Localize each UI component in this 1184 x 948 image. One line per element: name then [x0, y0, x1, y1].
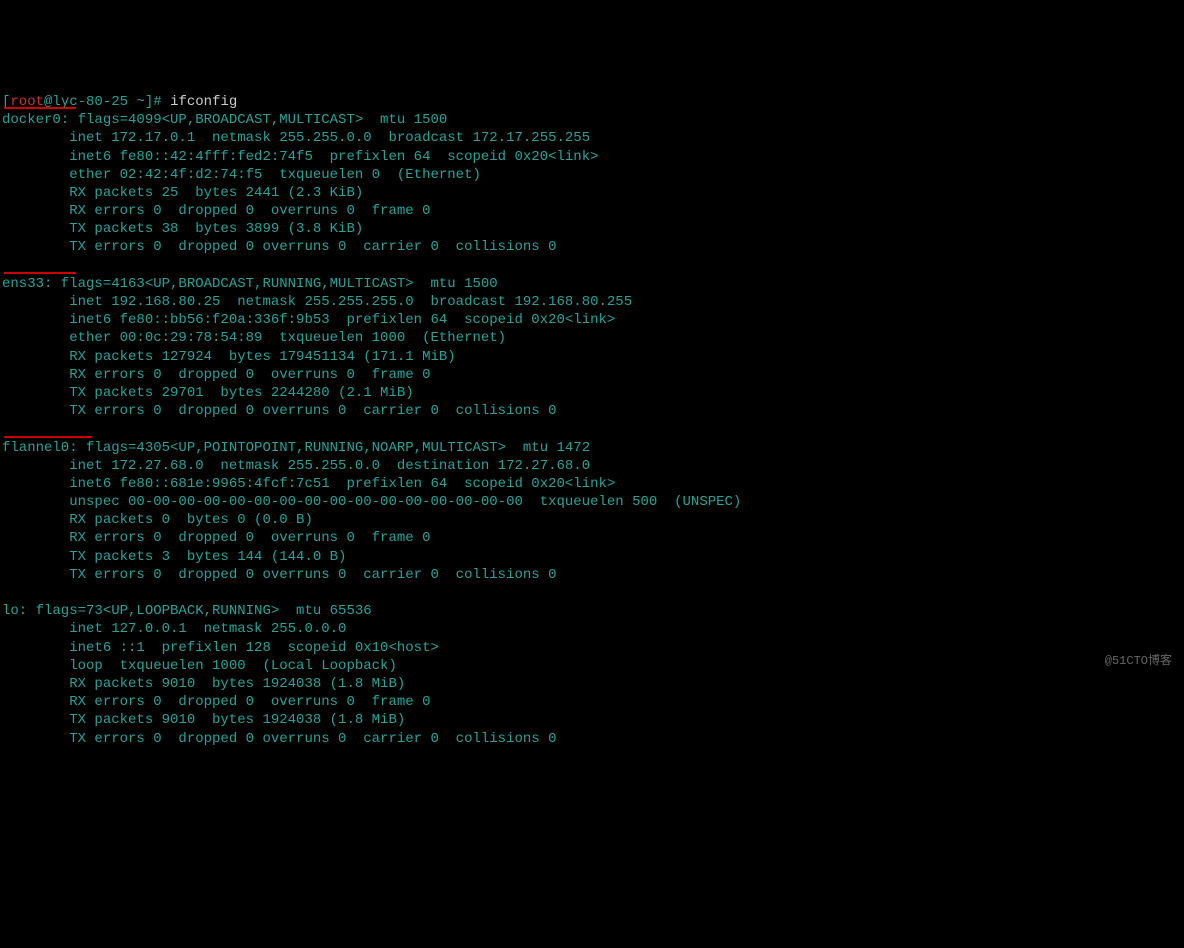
highlight-underline-docker0 [4, 107, 76, 109]
prompt-path: ~ [128, 94, 145, 110]
ens33-line: RX packets 127924 bytes 179451134 (171.1… [2, 349, 456, 365]
flannel0-line: TX errors 0 dropped 0 overruns 0 carrier… [2, 567, 557, 583]
highlight-underline-ens33 [4, 272, 76, 274]
lo-line: RX packets 9010 bytes 1924038 (1.8 MiB) [2, 676, 405, 692]
lo-header: lo: flags=73<UP,LOOPBACK,RUNNING> mtu 65… [2, 603, 372, 619]
flannel0-line: RX packets 0 bytes 0 (0.0 B) [2, 512, 313, 528]
ens33-line: TX packets 29701 bytes 2244280 (2.1 MiB) [2, 385, 414, 401]
lo-line: inet 127.0.0.1 netmask 255.0.0.0 [2, 621, 346, 637]
docker0-line: inet6 fe80::42:4fff:fed2:74f5 prefixlen … [2, 149, 599, 165]
watermark-text: @51CTO博客 [1105, 654, 1172, 670]
lo-line: loop txqueuelen 1000 (Local Loopback) [2, 658, 397, 674]
docker0-line: inet 172.17.0.1 netmask 255.255.0.0 broa… [2, 130, 590, 146]
docker0-line: RX errors 0 dropped 0 overruns 0 frame 0 [2, 203, 430, 219]
flannel0-line: inet6 fe80::681e:9965:4fcf:7c51 prefixle… [2, 476, 615, 492]
ens33-line: ether 00:0c:29:78:54:89 txqueuelen 1000 … [2, 330, 506, 346]
ens33-line: inet 192.168.80.25 netmask 255.255.255.0… [2, 294, 632, 310]
prompt-bracket-close: ]# [145, 94, 162, 110]
flannel0-header: flannel0: flags=4305<UP,POINTOPOINT,RUNN… [2, 440, 590, 456]
lo-line: TX packets 9010 bytes 1924038 (1.8 MiB) [2, 712, 405, 728]
docker0-header: docker0: flags=4099<UP,BROADCAST,MULTICA… [2, 112, 447, 128]
flannel0-line: TX packets 3 bytes 144 (144.0 B) [2, 549, 346, 565]
ens33-line: inet6 fe80::bb56:f20a:336f:9b53 prefixle… [2, 312, 615, 328]
flannel0-line: inet 172.27.68.0 netmask 255.255.0.0 des… [2, 458, 590, 474]
highlight-underline-flannel0 [4, 436, 92, 438]
ens33-line: TX errors 0 dropped 0 overruns 0 carrier… [2, 403, 557, 419]
docker0-line: TX packets 38 bytes 3899 (3.8 KiB) [2, 221, 363, 237]
lo-line: inet6 ::1 prefixlen 128 scopeid 0x10<hos… [2, 640, 439, 656]
flannel0-line: RX errors 0 dropped 0 overruns 0 frame 0 [2, 530, 430, 546]
terminal-output[interactable]: [root@lyc-80-25 ~]# ifconfig docker0: fl… [2, 75, 1182, 821]
docker0-line: TX errors 0 dropped 0 overruns 0 carrier… [2, 239, 557, 255]
ens33-line: RX errors 0 dropped 0 overruns 0 frame 0 [2, 367, 430, 383]
lo-line: TX errors 0 dropped 0 overruns 0 carrier… [2, 731, 557, 747]
lo-line: RX errors 0 dropped 0 overruns 0 frame 0 [2, 694, 430, 710]
docker0-line: ether 02:42:4f:d2:74:f5 txqueuelen 0 (Et… [2, 167, 481, 183]
flannel0-line: unspec 00-00-00-00-00-00-00-00-00-00-00-… [2, 494, 741, 510]
ens33-header: ens33: flags=4163<UP,BROADCAST,RUNNING,M… [2, 276, 498, 292]
docker0-line: RX packets 25 bytes 2441 (2.3 KiB) [2, 185, 363, 201]
command-text: ifconfig [162, 94, 238, 110]
